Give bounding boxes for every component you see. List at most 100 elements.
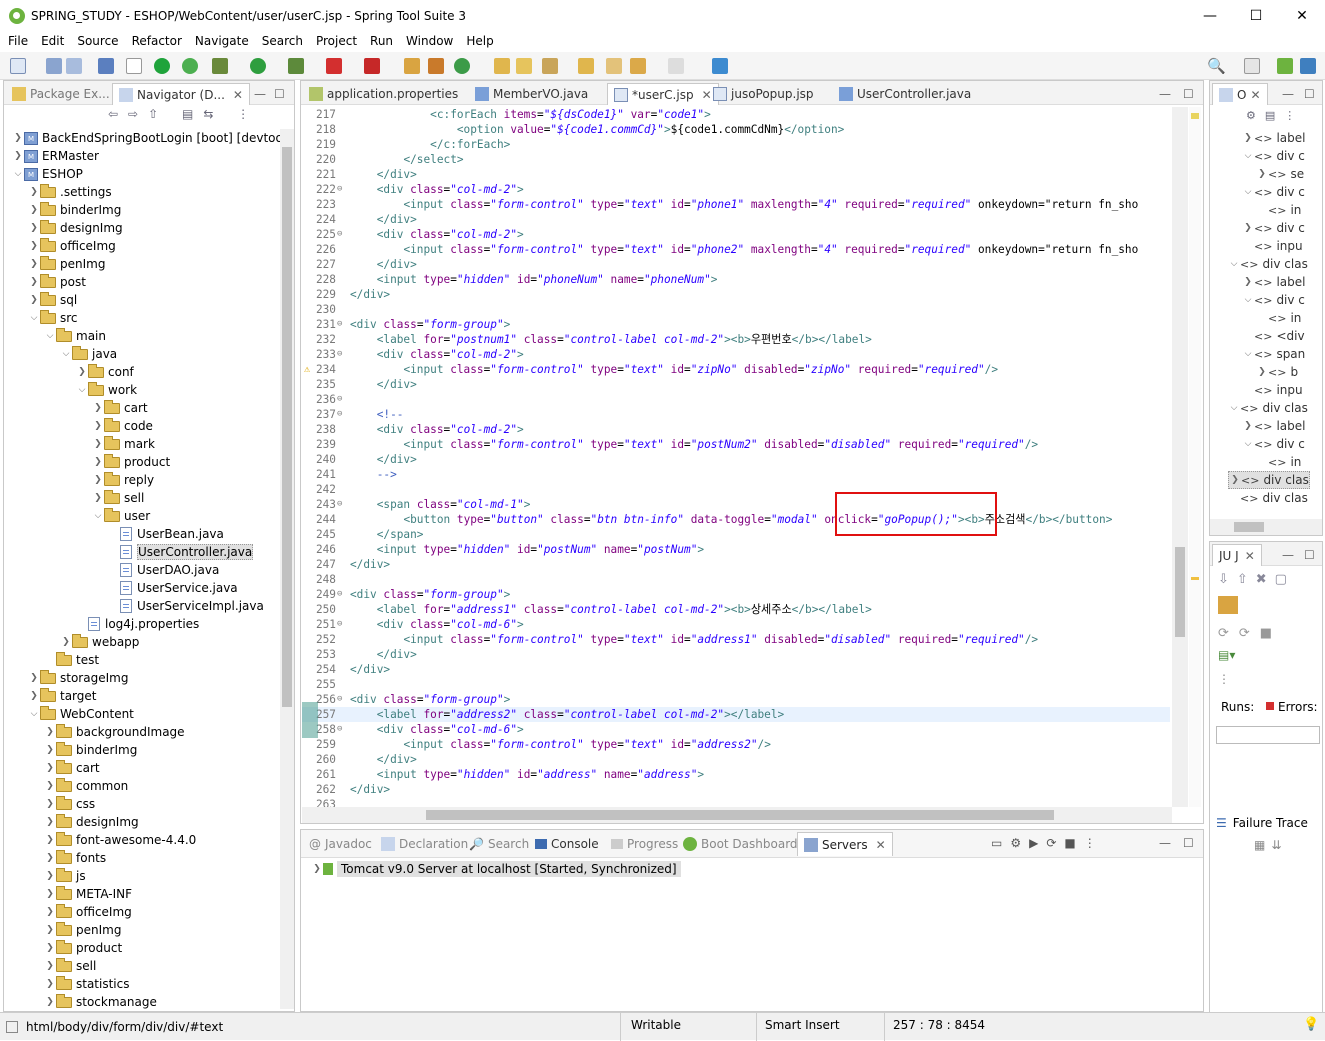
code-line[interactable]: 222 ⊖ <div class="col-md-2"> <box>302 182 1170 197</box>
chevron-right-icon[interactable]: ❯ <box>44 907 56 917</box>
chevron-right-icon[interactable]: ❯ <box>44 781 56 791</box>
search-toolbar-icon[interactable] <box>578 58 594 74</box>
fold-icon[interactable]: ⊖ <box>337 692 347 707</box>
menu-source[interactable]: Source <box>77 34 118 48</box>
tree-item[interactable]: ❯ cart <box>92 399 148 417</box>
open-type-icon[interactable] <box>494 58 510 74</box>
chevron-right-icon[interactable]: ❯ <box>1229 475 1241 485</box>
server-row[interactable]: ❯ Tomcat v9.0 Server at localhost [Start… <box>311 860 681 878</box>
outline-toolbar[interactable]: ⚙▤⋮ <box>1246 109 1322 127</box>
fold-icon[interactable]: ⊖ <box>337 722 347 737</box>
tab-servers[interactable]: Servers ✕ <box>797 832 893 856</box>
outline-item[interactable]: ⌵ <> div c <box>1242 291 1305 309</box>
menu-icon[interactable]: ⋮ <box>1218 672 1238 690</box>
chevron-right-icon[interactable]: ❯ <box>12 133 24 143</box>
tree-item[interactable]: ❯ storageImg <box>28 669 128 687</box>
tree-item[interactable]: ❯ code <box>92 417 153 435</box>
rerun-icons[interactable]: ⟳⟳■ <box>1218 626 1318 644</box>
menu-file[interactable]: File <box>8 34 28 48</box>
outline-item[interactable]: ❯ <> label <box>1242 273 1305 291</box>
outline-item[interactable]: ⌵ <> div c <box>1242 435 1305 453</box>
menu-edit[interactable]: Edit <box>41 34 64 48</box>
open-perspective-pin-icon[interactable] <box>712 58 728 74</box>
outline-item[interactable]: <> inpu <box>1242 237 1303 255</box>
chevron-down-icon[interactable]: ⌵ <box>76 385 88 395</box>
chevron-right-icon[interactable]: ❯ <box>44 925 56 935</box>
tree-item[interactable]: UserServiceImpl.java <box>108 597 264 615</box>
tree-item[interactable]: ❯ .settings <box>28 183 112 201</box>
tab-userc-jsp[interactable]: *userC.jsp ✕ <box>607 83 719 105</box>
chevron-down-icon[interactable]: ⌵ <box>1242 349 1254 359</box>
chevron-right-icon[interactable]: ❯ <box>44 997 56 1007</box>
outline-item[interactable]: ❯ <> div c <box>1242 219 1305 237</box>
minimize-view-icon[interactable]: — <box>1153 83 1177 105</box>
menu-navigate[interactable]: Navigate <box>195 34 249 48</box>
code-line[interactable]: 251 ⊖ <div class="col-md-6"> <box>302 617 1170 632</box>
tree-item[interactable]: ❯ designImg <box>44 813 139 831</box>
chevron-right-icon[interactable]: ❯ <box>28 223 40 233</box>
tab-junit[interactable]: JU J ✕ <box>1212 544 1262 566</box>
forward-icon[interactable] <box>668 58 684 74</box>
maximize-view-icon[interactable]: ☐ <box>1177 832 1200 854</box>
outline-item[interactable]: ❯ <> label <box>1242 417 1305 435</box>
code-line[interactable]: 224 </div> <box>302 212 1170 227</box>
maximize-view-icon[interactable]: ☐ <box>1177 83 1200 105</box>
tree-item[interactable]: ❯ target <box>28 687 97 705</box>
chevron-right-icon[interactable]: ❯ <box>44 943 56 953</box>
outline-item[interactable]: ⌵ <> span <box>1242 345 1306 363</box>
code-line[interactable]: 226 <input class="form-control" type="te… <box>302 242 1170 257</box>
tree-item[interactable]: ❯ cart <box>44 759 100 777</box>
code-line[interactable]: 260 </div> <box>302 752 1170 767</box>
menu-run[interactable]: Run <box>370 34 393 48</box>
menu-window[interactable]: Window <box>406 34 453 48</box>
fold-icon[interactable]: ⊖ <box>337 617 347 632</box>
fold-icon[interactable]: ⊖ <box>337 497 347 512</box>
tree-item[interactable]: ⌵ WebContent <box>28 705 134 723</box>
chevron-right-icon[interactable]: ❯ <box>1242 421 1254 431</box>
open-perspective-icon[interactable] <box>1244 58 1260 74</box>
code-line[interactable]: 253 </div> <box>302 647 1170 662</box>
chevron-down-icon[interactable]: ⌵ <box>1228 259 1240 269</box>
tree-item[interactable]: ❯ penImg <box>28 255 105 273</box>
tree-item[interactable]: ❯ font-awesome-4.4.0 <box>44 831 196 849</box>
tree-item[interactable]: ❯ stockmanage <box>44 993 157 1009</box>
spring-boot-icon[interactable] <box>154 58 170 74</box>
chevron-right-icon[interactable]: ❯ <box>1242 133 1254 143</box>
tab-navigator[interactable]: Navigator (D... ✕ <box>112 83 250 105</box>
tree-item[interactable]: ❯ officeImg <box>44 903 132 921</box>
outline-item[interactable]: ❯ <> label <box>1242 129 1305 147</box>
chevron-down-icon[interactable]: ⌵ <box>1242 187 1254 197</box>
fold-icon[interactable]: ⊖ <box>337 227 347 242</box>
tree-item[interactable]: ⌵ java <box>60 345 117 363</box>
tree-item[interactable]: ❯ M ERMaster <box>12 147 99 165</box>
tree-item[interactable]: ❯ statistics <box>44 975 130 993</box>
history-icon[interactable] <box>1218 596 1238 614</box>
code-line[interactable]: 254 </div> <box>302 662 1170 677</box>
outline-item[interactable]: ❯ <> b <box>1256 363 1298 381</box>
code-line[interactable]: 233 ⊖ <div class="col-md-2"> <box>302 347 1170 362</box>
code-line[interactable]: 250 <label for="address1" class="control… <box>302 602 1170 617</box>
code-line[interactable]: 255 <box>302 677 1170 692</box>
relaunch-icon[interactable] <box>182 58 198 74</box>
maximize-view-icon[interactable]: ☐ <box>1298 544 1321 566</box>
code-line[interactable]: 218 <option value="${code1.commCd}">${co… <box>302 122 1170 137</box>
new-class-icon[interactable] <box>454 58 470 74</box>
chevron-right-icon[interactable]: ❯ <box>44 979 56 989</box>
tree-item[interactable]: ❯ post <box>28 273 86 291</box>
code-line[interactable]: 223 <input class="form-control" type="te… <box>302 197 1170 212</box>
tree-item[interactable]: ❯ css <box>44 795 95 813</box>
code-line[interactable]: 227 </div> <box>302 257 1170 272</box>
chevron-right-icon[interactable]: ❯ <box>28 277 40 287</box>
chevron-right-icon[interactable]: ❯ <box>92 439 104 449</box>
tree-item[interactable]: ❯ penImg <box>44 921 121 939</box>
navigator-toolbar[interactable]: ⇦⇨⇧ ▤⇆ ⋮ <box>108 107 288 127</box>
close-icon[interactable]: ✕ <box>1245 549 1255 563</box>
last-edit-icon[interactable] <box>606 58 622 74</box>
tree-item[interactable]: UserDAO.java <box>108 561 219 579</box>
new-java-project-icon[interactable] <box>404 58 420 74</box>
tree-item[interactable]: ❯ reply <box>92 471 154 489</box>
tab-boot-dashboard[interactable]: Boot Dashboard <box>683 834 798 854</box>
code-line[interactable]: 239 <input class="form-control" type="te… <box>302 437 1170 452</box>
code-editor[interactable]: 217 <c:forEach items="${dsCode1}" var="c… <box>302 107 1172 807</box>
tree-item[interactable]: ❯ backgroundImage <box>44 723 185 741</box>
